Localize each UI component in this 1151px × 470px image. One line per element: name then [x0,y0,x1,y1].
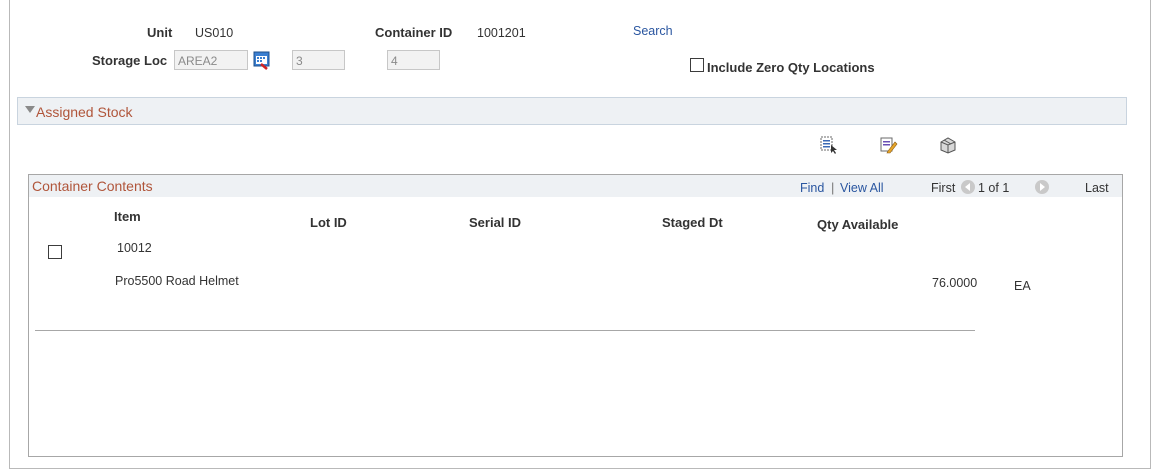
storage-level2-field[interactable]: 3 [292,50,345,70]
link-separator: | [831,180,835,195]
view-all-link[interactable]: View All [840,181,884,195]
find-link[interactable]: Find [800,181,824,195]
include-zero-qty-checkbox[interactable] [690,58,704,72]
unit-value: US010 [195,26,234,40]
include-zero-qty-label: Include Zero Qty Locations [707,60,875,75]
qty-available-value: 76.0000 [932,276,978,290]
prev-page-icon[interactable] [961,180,975,194]
column-header-serial-id: Serial ID [469,215,522,230]
unit-of-measure: EA [1014,279,1031,293]
assigned-stock-section[interactable]: Assigned Stock [17,97,1127,125]
grid-header-bar: Container Contents Find | View All First… [29,175,1122,197]
first-label[interactable]: First [931,181,955,195]
search-link[interactable]: Search [633,24,673,38]
container-id-label: Container ID [375,25,453,40]
row-divider [35,330,975,331]
next-page-icon[interactable] [1035,180,1050,194]
item-id: 10012 [117,241,152,255]
select-all-icon[interactable] [820,136,838,154]
edit-icon[interactable] [880,136,898,154]
row-select-checkbox[interactable] [48,245,62,259]
column-header-item: Item [114,209,141,224]
package-icon[interactable] [939,136,957,154]
container-id-value: 1001201 [477,26,526,40]
storage-loc-label: Storage Loc [92,53,168,68]
column-header-qty-available: Qty Available [817,217,899,232]
calendar-lookup-icon[interactable] [252,50,272,70]
unit-label: Unit [147,25,173,40]
item-description: Pro5500 Road Helmet [115,274,239,288]
collapse-triangle-icon[interactable] [25,106,35,113]
column-header-lot-id: Lot ID [310,215,347,230]
column-header-staged-dt: Staged Dt [662,215,723,230]
page-info: 1 of 1 [978,181,1010,195]
assigned-stock-title: Assigned Stock [36,104,133,120]
last-label[interactable]: Last [1085,181,1109,195]
storage-level3-field[interactable]: 4 [387,50,440,70]
container-contents-title: Container Contents [32,178,153,194]
container-contents-grid: Container Contents Find | View All First… [28,174,1123,457]
storage-area-field[interactable]: AREA2 [174,50,248,70]
